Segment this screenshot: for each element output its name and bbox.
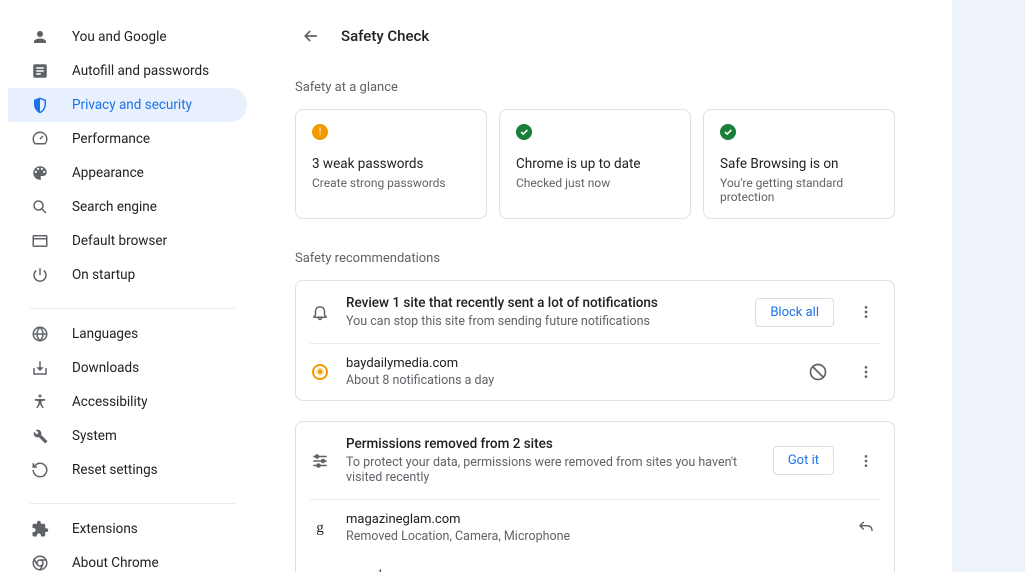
glance-title: Safe Browsing is on <box>720 156 878 172</box>
sidebar-item-label: On startup <box>72 267 135 283</box>
sidebar-item-label: Reset settings <box>72 462 158 478</box>
sidebar-item-label: Accessibility <box>72 394 148 410</box>
sidebar-item-label: You and Google <box>72 29 167 45</box>
main-content: Safety Check Safety at a glance ! 3 weak… <box>255 0 935 572</box>
notifications-title: Review 1 site that recently sent a lot o… <box>346 295 739 311</box>
block-all-button[interactable]: Block all <box>755 298 834 327</box>
sidebar-item-label: System <box>72 428 117 444</box>
sidebar-item-performance[interactable]: Performance <box>8 122 247 156</box>
got-it-button[interactable]: Got it <box>773 446 834 475</box>
sidebar-item-autofill[interactable]: Autofill and passwords <box>8 54 247 88</box>
browser-icon <box>30 231 50 251</box>
sidebar-item-about-chrome[interactable]: About Chrome <box>8 546 247 572</box>
sidebar-item-label: Extensions <box>72 521 138 537</box>
sidebar-item-label: Search engine <box>72 199 157 215</box>
notifications-sub: You can stop this site from sending futu… <box>346 314 739 329</box>
sidebar-item-search-engine[interactable]: Search engine <box>8 190 247 224</box>
sidebar-item-reset-settings[interactable]: Reset settings <box>8 453 247 487</box>
undo-button[interactable] <box>850 568 882 572</box>
safety-recommendations-label: Safety recommendations <box>295 251 895 266</box>
glance-sub: Checked just now <box>516 176 674 190</box>
person-icon <box>30 27 50 47</box>
site-favicon: ◉ <box>310 362 330 382</box>
search-icon <box>30 197 50 217</box>
sidebar-item-downloads[interactable]: Downloads <box>8 351 247 385</box>
more-menu-button[interactable] <box>850 445 882 477</box>
sidebar-item-label: Downloads <box>72 360 139 376</box>
shield-icon <box>30 95 50 115</box>
sidebar-item-system[interactable]: System <box>8 419 247 453</box>
divider <box>30 308 235 309</box>
page-title: Safety Check <box>341 27 429 45</box>
glance-title: 3 weak passwords <box>312 156 470 172</box>
glance-sub: Create strong passwords <box>312 176 470 190</box>
extension-icon <box>30 519 50 539</box>
sidebar-item-extensions[interactable]: Extensions <box>8 512 247 546</box>
undo-button[interactable] <box>850 512 882 544</box>
sidebar-item-privacy-security[interactable]: Privacy and security <box>8 88 247 122</box>
sidebar-item-on-startup[interactable]: On startup <box>8 258 247 292</box>
permissions-title: Permissions removed from 2 sites <box>346 436 757 452</box>
tune-icon <box>310 451 330 471</box>
sidebar: You and Google Autofill and passwords Pr… <box>0 0 255 572</box>
page-header: Safety Check <box>295 20 895 52</box>
sidebar-item-label: Languages <box>72 326 138 342</box>
sidebar-item-label: Performance <box>72 131 150 147</box>
divider <box>30 503 235 504</box>
glance-card-uptodate[interactable]: Chrome is up to date Checked just now <box>499 109 691 219</box>
accessibility-icon <box>30 392 50 412</box>
sidebar-item-label: Autofill and passwords <box>72 63 209 79</box>
sidebar-item-label: Privacy and security <box>72 97 192 113</box>
notifications-header: Review 1 site that recently sent a lot o… <box>296 281 894 343</box>
site-name: gurushape.com <box>346 568 834 572</box>
warning-icon: ! <box>312 124 328 140</box>
download-icon <box>30 358 50 378</box>
right-strip <box>952 0 1025 572</box>
sidebar-item-you-and-google[interactable]: You and Google <box>8 20 247 54</box>
permission-site-row: GS gurushape.com Removed Location <box>296 556 894 572</box>
bell-icon <box>310 302 330 322</box>
back-button[interactable] <box>295 20 327 52</box>
globe-icon <box>30 324 50 344</box>
reset-icon <box>30 460 50 480</box>
more-menu-button[interactable] <box>850 296 882 328</box>
sidebar-item-default-browser[interactable]: Default browser <box>8 224 247 258</box>
site-sub: Removed Location, Camera, Microphone <box>346 529 834 544</box>
power-icon <box>30 265 50 285</box>
sidebar-item-label: About Chrome <box>72 555 159 571</box>
glance-card-safebrowsing[interactable]: Safe Browsing is on You're getting stand… <box>703 109 895 219</box>
sidebar-item-label: Default browser <box>72 233 167 249</box>
glance-card-passwords[interactable]: ! 3 weak passwords Create strong passwor… <box>295 109 487 219</box>
site-name: baydailymedia.com <box>346 356 786 371</box>
check-icon <box>720 124 736 140</box>
autofill-icon <box>30 61 50 81</box>
site-sub: About 8 notifications a day <box>346 373 786 388</box>
palette-icon <box>30 163 50 183</box>
check-icon <box>516 124 532 140</box>
permissions-sub: To protect your data, permissions were r… <box>346 455 757 485</box>
sidebar-item-label: Appearance <box>72 165 144 181</box>
chrome-icon <box>30 553 50 572</box>
block-site-button[interactable] <box>802 356 834 388</box>
sidebar-item-accessibility[interactable]: Accessibility <box>8 385 247 419</box>
more-menu-button[interactable] <box>850 356 882 388</box>
wrench-icon <box>30 426 50 446</box>
notification-site-row: ◉ baydailymedia.com About 8 notification… <box>296 344 894 400</box>
glance-title: Chrome is up to date <box>516 156 674 172</box>
safety-at-a-glance-label: Safety at a glance <box>295 80 895 95</box>
sidebar-item-languages[interactable]: Languages <box>8 317 247 351</box>
glance-sub: You're getting standard protection <box>720 176 878 204</box>
permissions-header: Permissions removed from 2 sites To prot… <box>296 422 894 499</box>
permissions-card: Permissions removed from 2 sites To prot… <box>295 421 895 572</box>
permission-site-row: g magazineglam.com Removed Location, Cam… <box>296 500 894 556</box>
speedometer-icon <box>30 129 50 149</box>
notifications-card: Review 1 site that recently sent a lot o… <box>295 280 895 401</box>
sidebar-item-appearance[interactable]: Appearance <box>8 156 247 190</box>
site-name: magazineglam.com <box>346 512 834 527</box>
site-favicon: g <box>310 518 330 538</box>
glance-cards: ! 3 weak passwords Create strong passwor… <box>295 109 895 219</box>
